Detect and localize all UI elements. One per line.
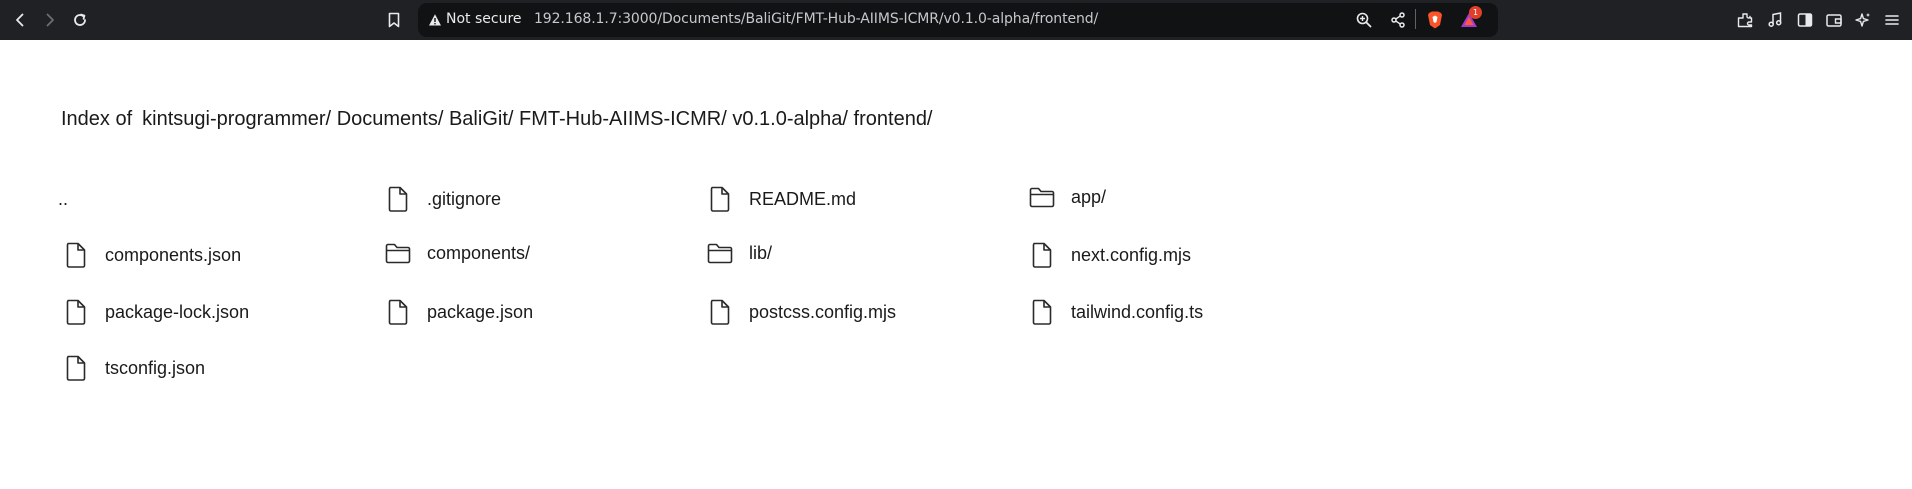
brave-shields-icon[interactable] <box>1421 6 1449 34</box>
breadcrumb-link[interactable]: Documents/ <box>337 108 444 130</box>
page-title: Index of kintsugi-programmer/ Documents/ … <box>61 106 933 132</box>
entry-name: README.md <box>749 189 857 209</box>
folder-entry[interactable]: components/ <box>383 237 530 269</box>
notification-badge: 1 <box>1469 6 1482 19</box>
file-icon <box>61 239 91 271</box>
folder-icon <box>705 237 735 269</box>
file-entry[interactable]: package.json <box>383 296 533 328</box>
reload-icon[interactable] <box>66 6 94 34</box>
folder-entry[interactable]: lib/ <box>705 237 772 269</box>
breadcrumb-link[interactable]: FMT-Hub-AIIMS-ICMR/ <box>519 108 727 130</box>
file-icon <box>705 296 735 328</box>
file-icon <box>1027 296 1057 328</box>
folder-icon <box>1027 181 1057 213</box>
file-icon <box>383 183 413 215</box>
file-entry[interactable]: README.md <box>705 183 856 215</box>
entry-name: app/ <box>1071 187 1107 207</box>
entry-name: components/ <box>427 243 531 263</box>
omnibox-divider <box>1415 9 1416 29</box>
file-icon <box>383 296 413 328</box>
zoom-icon[interactable] <box>1350 6 1378 34</box>
entry-name: next.config.mjs <box>1071 245 1192 265</box>
leo-ai-icon[interactable] <box>1849 6 1877 34</box>
menu-icon[interactable] <box>1878 6 1906 34</box>
entry-name: package.json <box>427 302 534 322</box>
entry-name: package-lock.json <box>105 302 250 322</box>
folder-icon <box>383 237 413 269</box>
browser-toolbar: Not secure 192.168.1.7:3000/Documents/Ba… <box>0 0 1912 40</box>
url-text[interactable]: 192.168.1.7:3000/Documents/BaliGit/FMT-H… <box>534 9 1098 29</box>
share-icon[interactable] <box>1384 6 1412 34</box>
file-entry[interactable]: components.json <box>61 239 241 271</box>
forward-icon[interactable] <box>36 6 64 34</box>
file-icon <box>61 296 91 328</box>
entry-name: .. <box>58 189 69 209</box>
file-entry[interactable]: postcss.config.mjs <box>705 296 896 328</box>
warning-icon[interactable] <box>428 12 442 31</box>
entry-name: postcss.config.mjs <box>749 302 897 322</box>
parent-directory-link[interactable]: .. <box>58 183 68 215</box>
file-icon <box>61 352 91 384</box>
breadcrumb-link[interactable]: kintsugi-programmer/ <box>142 108 331 130</box>
security-label[interactable]: Not secure <box>446 9 522 29</box>
file-entry[interactable]: package-lock.json <box>61 296 249 328</box>
extensions-icon[interactable] <box>1731 6 1759 34</box>
file-icon <box>705 183 735 215</box>
file-icon <box>1027 239 1057 271</box>
back-icon[interactable] <box>6 6 34 34</box>
media-icon[interactable] <box>1761 6 1789 34</box>
entry-name: tailwind.config.ts <box>1071 302 1204 322</box>
sidebar-icon[interactable] <box>1791 6 1819 34</box>
file-entry[interactable]: .gitignore <box>383 183 501 215</box>
breadcrumb-link[interactable]: v0.1.0-alpha/ <box>732 108 848 130</box>
folder-entry[interactable]: app/ <box>1027 181 1106 213</box>
index-label: Index of <box>61 108 133 130</box>
bookmark-icon[interactable] <box>380 6 408 34</box>
file-entry[interactable]: next.config.mjs <box>1027 239 1191 271</box>
file-entry[interactable]: tsconfig.json <box>61 352 205 384</box>
entry-name: lib/ <box>749 243 773 263</box>
entry-name: .gitignore <box>427 189 502 209</box>
breadcrumb-link[interactable]: BaliGit/ <box>449 108 513 130</box>
file-entry[interactable]: tailwind.config.ts <box>1027 296 1203 328</box>
entry-name: tsconfig.json <box>105 358 206 378</box>
wallet-icon[interactable] <box>1820 6 1848 34</box>
breadcrumb-link[interactable]: frontend/ <box>854 108 933 130</box>
entry-name: components.json <box>105 245 242 265</box>
